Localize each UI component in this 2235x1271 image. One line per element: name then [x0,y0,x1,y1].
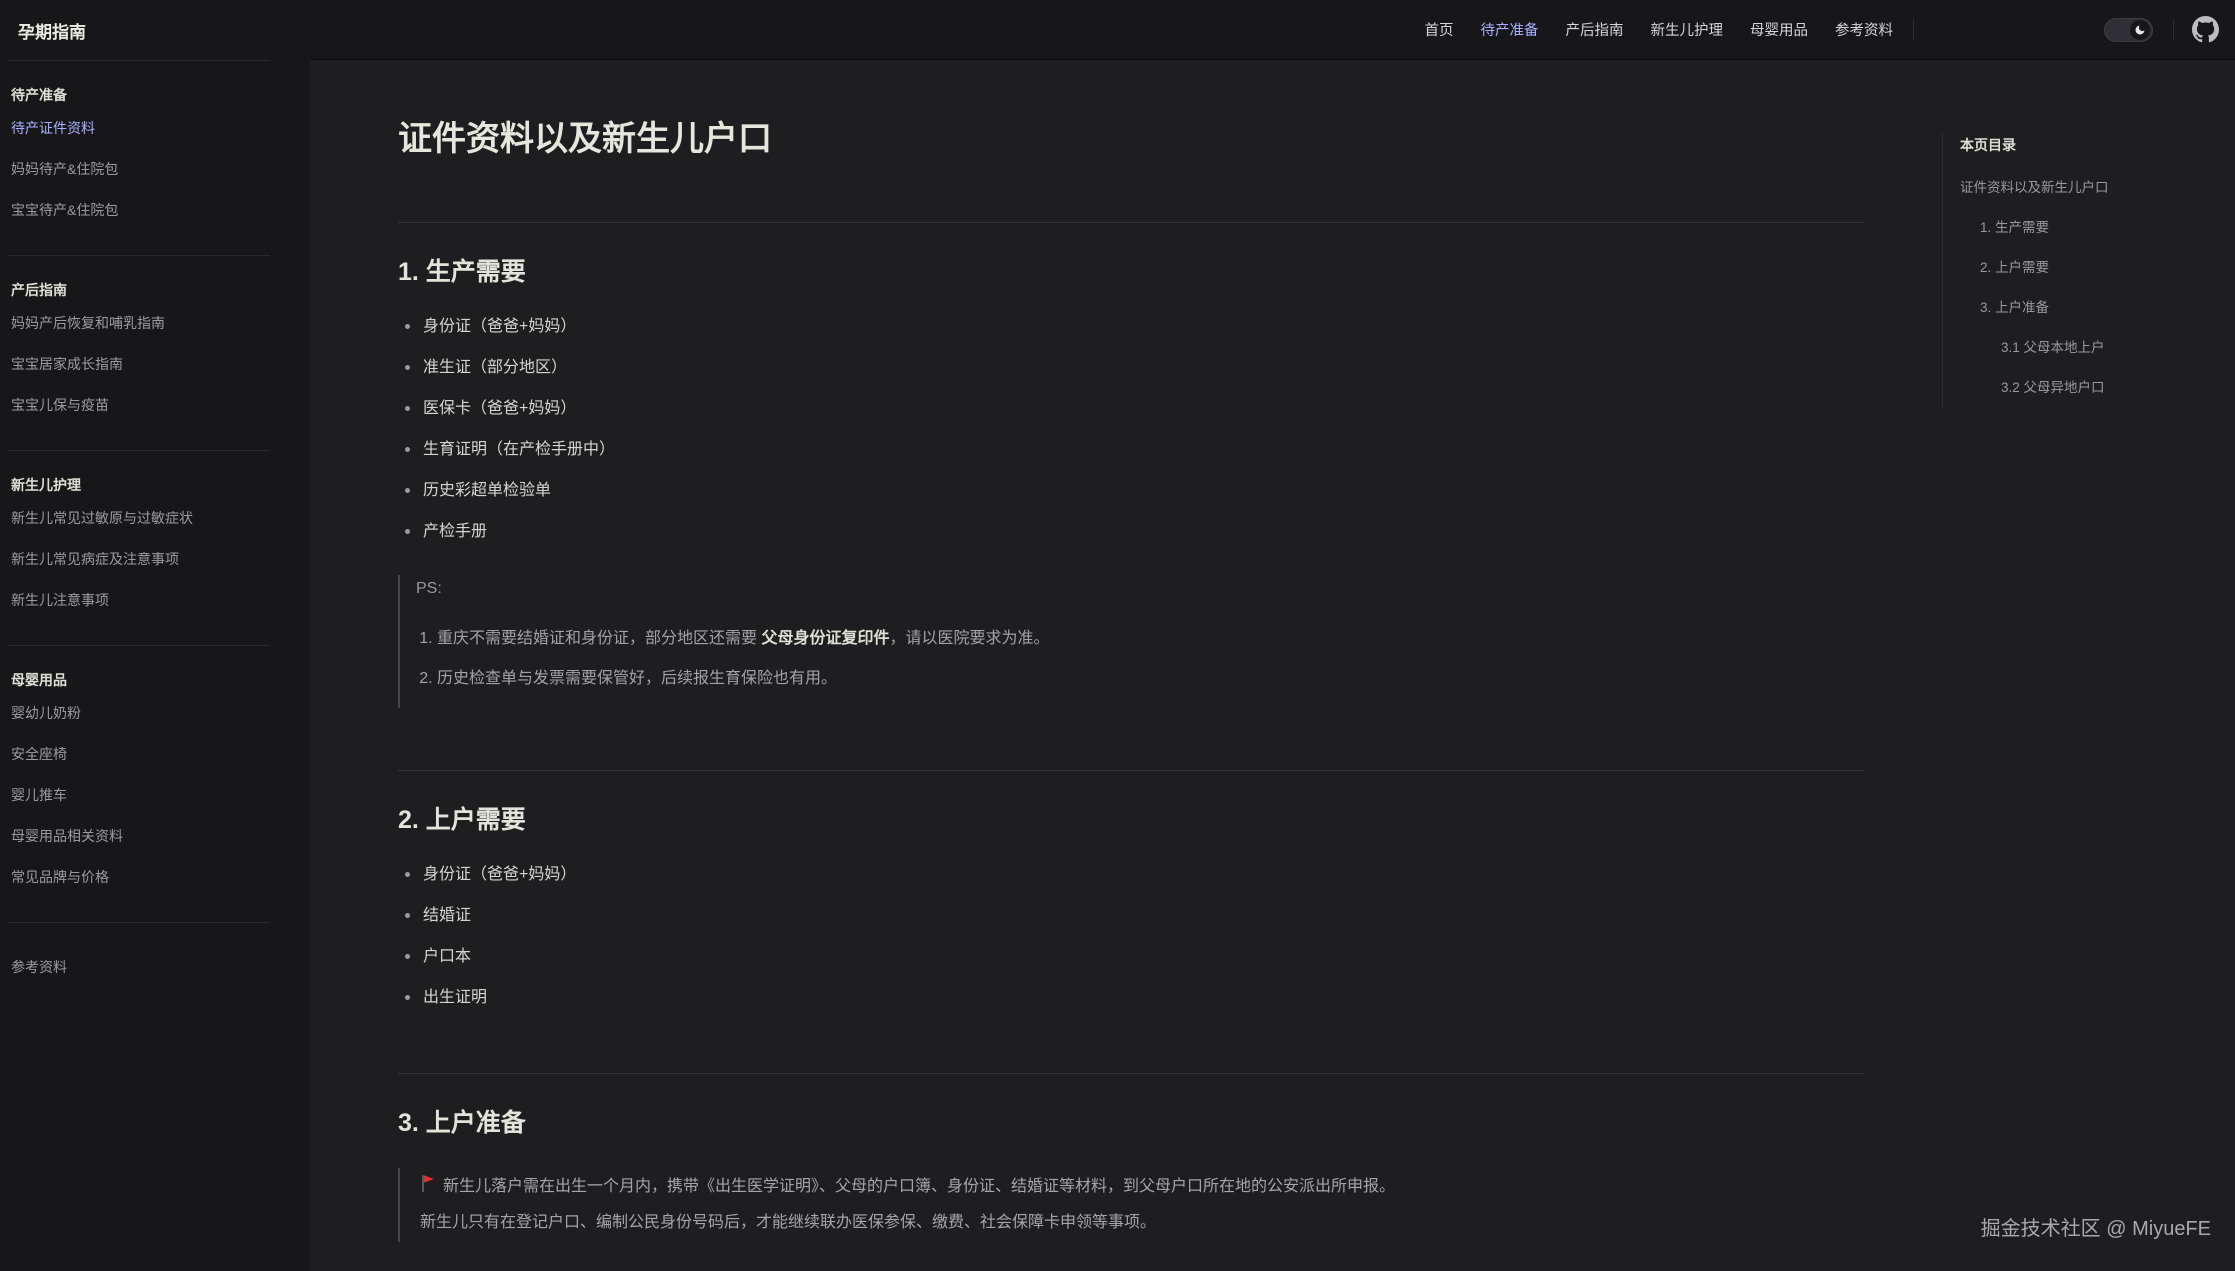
note-text: 历史检查单与发票需要保管好，后续报生育保险也有用。 [437,670,837,687]
nav-item-参考资料[interactable]: 参考资料 [1835,19,1893,40]
doc-sections: 1. 生产需要身份证（爸爸+妈妈） 准生证（部分地区） 医保卡（爸爸+妈妈） 生育证明… [398,222,1864,1271]
site-title[interactable]: 孕期指南 [18,18,86,43]
sidebar-group-title: 新生儿护理 [9,475,270,495]
top-navbar: 首页 待产准备 产后指南 新生儿护理 母婴用品 参考资料 [310,0,2235,60]
note-item: 历史检查单与发票需要保管好，后续报生育保险也有用。 [437,666,1864,692]
sidebar-item[interactable]: 婴幼儿奶粉 [9,693,270,734]
toc-item[interactable]: 1. 生产需要 [1960,208,2235,248]
sidebar-header: 孕期指南 [0,0,310,60]
sidebar-item[interactable]: 安全座椅 [9,734,270,775]
nav-item-首页[interactable]: 首页 [1425,19,1454,40]
bullet-item: 产检手册 [398,519,1864,545]
sidebar-item[interactable]: 新生儿常见病症及注意事项 [9,539,270,580]
sidebar-group-title: 母婴用品 [9,670,270,690]
nav-divider [2173,19,2174,41]
note-label: PS: [416,577,1864,601]
content-section-2: 2. 上户需要身份证（爸爸+妈妈） 结婚证户口本出生证明 [398,770,1864,1011]
toc-container: 本页目录 证件资料以及新生儿户口1. 生产需要2. 上户需要3. 上户准备3.1… [1942,132,2235,408]
bullet-item: 结婚证 [398,903,1864,929]
ps-note: PS: 重庆不需要结婚证和身份证，部分地区还需要 父母身份证复印件，请以医院要求为… [398,575,1864,708]
bullet-item: 医保卡（爸爸+妈妈） [398,396,1864,422]
bullet-item: 历史彩超单检验单 [398,478,1864,504]
sidebar-group-title: 待产准备 [9,85,270,105]
toc-item[interactable]: 2. 上户需要 [1960,248,2235,288]
note-list: 重庆不需要结婚证和身份证，部分地区还需要 父母身份证复印件，请以医院要求为准。历… [416,626,1864,692]
callout-text: 新生儿落户需在出生一个月内，携带《出生医学证明》、父母的户口簿、身份证、结婚证等… [420,1170,1864,1240]
bullet-item: 身份证（爸爸+妈妈） [398,862,1864,888]
sidebar-item[interactable]: 宝宝待产&住院包 [9,190,270,231]
sidebar-item[interactable]: 新生儿注意事项 [9,580,270,621]
sidebar-group-4: 参考资料 [9,922,270,1012]
note-item: 重庆不需要结婚证和身份证，部分地区还需要 父母身份证复印件，请以医院要求为准。 [437,626,1864,652]
toc-item[interactable]: 3.2 父母异地户口 [1960,368,2235,408]
section-heading: 1. 生产需要 [398,256,1864,289]
section-heading: 2. 上户需要 [398,804,1864,837]
toc-links: 证件资料以及新生儿户口1. 生产需要2. 上户需要3. 上户准备3.1 父母本地… [1960,168,2235,408]
watermark: 掘金技术社区 @ MiyueFE [1981,1212,2211,1241]
main-column: 首页 待产准备 产后指南 新生儿护理 母婴用品 参考资料 证件资料以及新生儿户口 1. 生… [310,0,2235,1271]
content-section-1: 1. 生产需要身份证（爸爸+妈妈） 准生证（部分地区） 医保卡（爸爸+妈妈） 生育证明… [398,222,1864,708]
toc-item[interactable]: 3.1 父母本地上户 [1960,328,2235,368]
flag-icon [420,1172,436,1206]
toc-item[interactable]: 3. 上户准备 [1960,288,2235,328]
github-link[interactable] [2192,16,2219,43]
sidebar-item[interactable]: 参考资料 [9,947,270,988]
sidebar-item[interactable]: 婴儿推车 [9,775,270,816]
moon-icon [2134,24,2146,36]
bullet-list: 身份证（爸爸+妈妈） 结婚证户口本出生证明 [398,862,1864,1011]
github-icon [2192,16,2219,43]
theme-toggle[interactable] [2104,18,2153,42]
sidebar-item[interactable]: 待产证件资料 [9,108,270,149]
sidebar-item[interactable]: 宝宝儿保与疫苗 [9,385,270,426]
section-heading: 3. 上户准备 [398,1107,1864,1140]
sidebar-item[interactable]: 母婴用品相关资料 [9,816,270,857]
sidebar-group-0: 待产准备待产证件资料妈妈待产&住院包宝宝待产&住院包 [9,60,270,255]
page: 证件资料以及新生儿户口 1. 生产需要身份证（爸爸+妈妈） 准生证（部分地区） 医保… [310,60,2235,1271]
doc-article: 证件资料以及新生儿户口 1. 生产需要身份证（爸爸+妈妈） 准生证（部分地区） 医保… [398,60,1864,1271]
sidebar-item[interactable]: 妈妈产后恢复和哺乳指南 [9,303,270,344]
note-text: 重庆不需要结婚证和身份证，部分地区还需要 [437,630,761,647]
nav-item-母婴用品[interactable]: 母婴用品 [1750,19,1808,40]
sidebar-item[interactable]: 妈妈待产&住院包 [9,149,270,190]
sidebar-item[interactable]: 新生儿常见过敏原与过敏症状 [9,498,270,539]
bullet-list: 身份证（爸爸+妈妈） 准生证（部分地区） 医保卡（爸爸+妈妈） 生育证明（在产检手册中… [398,314,1864,545]
sidebar-group-3: 母婴用品婴幼儿奶粉安全座椅婴儿推车母婴用品相关资料常见品牌与价格 [9,645,270,922]
bullet-item: 身份证（爸爸+妈妈） [398,314,1864,340]
flag-callout: 新生儿落户需在出生一个月内，携带《出生医学证明》、父母的户口簿、身份证、结婚证等… [398,1168,1864,1242]
nav-item-产后指南[interactable]: 产后指南 [1566,19,1624,40]
sidebar-groups: 待产准备待产证件资料妈妈待产&住院包宝宝待产&住院包产后指南妈妈产后恢复和哺乳指… [0,60,310,1012]
bullet-item: 准生证（部分地区） [398,355,1864,381]
nav-divider [1913,19,1914,41]
content-section-3: 3. 上户准备新生儿落户需在出生一个月内，携带《出生医学证明》、父母的户口簿、身… [398,1073,1864,1271]
nav-item-新生儿护理[interactable]: 新生儿护理 [1651,19,1724,40]
toc-item[interactable]: 证件资料以及新生儿户口 [1960,168,2235,208]
nav-links: 首页 待产准备 产后指南 新生儿护理 母婴用品 参考资料 [1398,19,1894,40]
page-title: 证件资料以及新生儿户口 [398,118,1864,160]
toc-title: 本页目录 [1960,132,2235,158]
toc-aside: 本页目录 证件资料以及新生儿户口1. 生产需要2. 上户需要3. 上户准备3.1… [1942,60,2235,408]
bullet-item: 生育证明（在产检手册中） [398,437,1864,463]
sidebar-group-1: 产后指南妈妈产后恢复和哺乳指南宝宝居家成长指南宝宝儿保与疫苗 [9,255,270,450]
bullet-item: 出生证明 [398,985,1864,1011]
note-text: 父母身份证复印件 [761,630,889,647]
toggle-knob [2130,20,2150,40]
bullet-item: 户口本 [398,944,1864,970]
sidebar-group-title: 产后指南 [9,280,270,300]
sidebar: 孕期指南 待产准备待产证件资料妈妈待产&住院包宝宝待产&住院包产后指南妈妈产后恢… [0,0,310,1271]
sidebar-group-2: 新生儿护理新生儿常见过敏原与过敏症状新生儿常见病症及注意事项新生儿注意事项 [9,450,270,645]
note-text: ，请以医院要求为准。 [889,630,1049,647]
nav-item-待产准备[interactable]: 待产准备 [1481,19,1539,40]
sidebar-item[interactable]: 宝宝居家成长指南 [9,344,270,385]
sidebar-item[interactable]: 常见品牌与价格 [9,857,270,898]
